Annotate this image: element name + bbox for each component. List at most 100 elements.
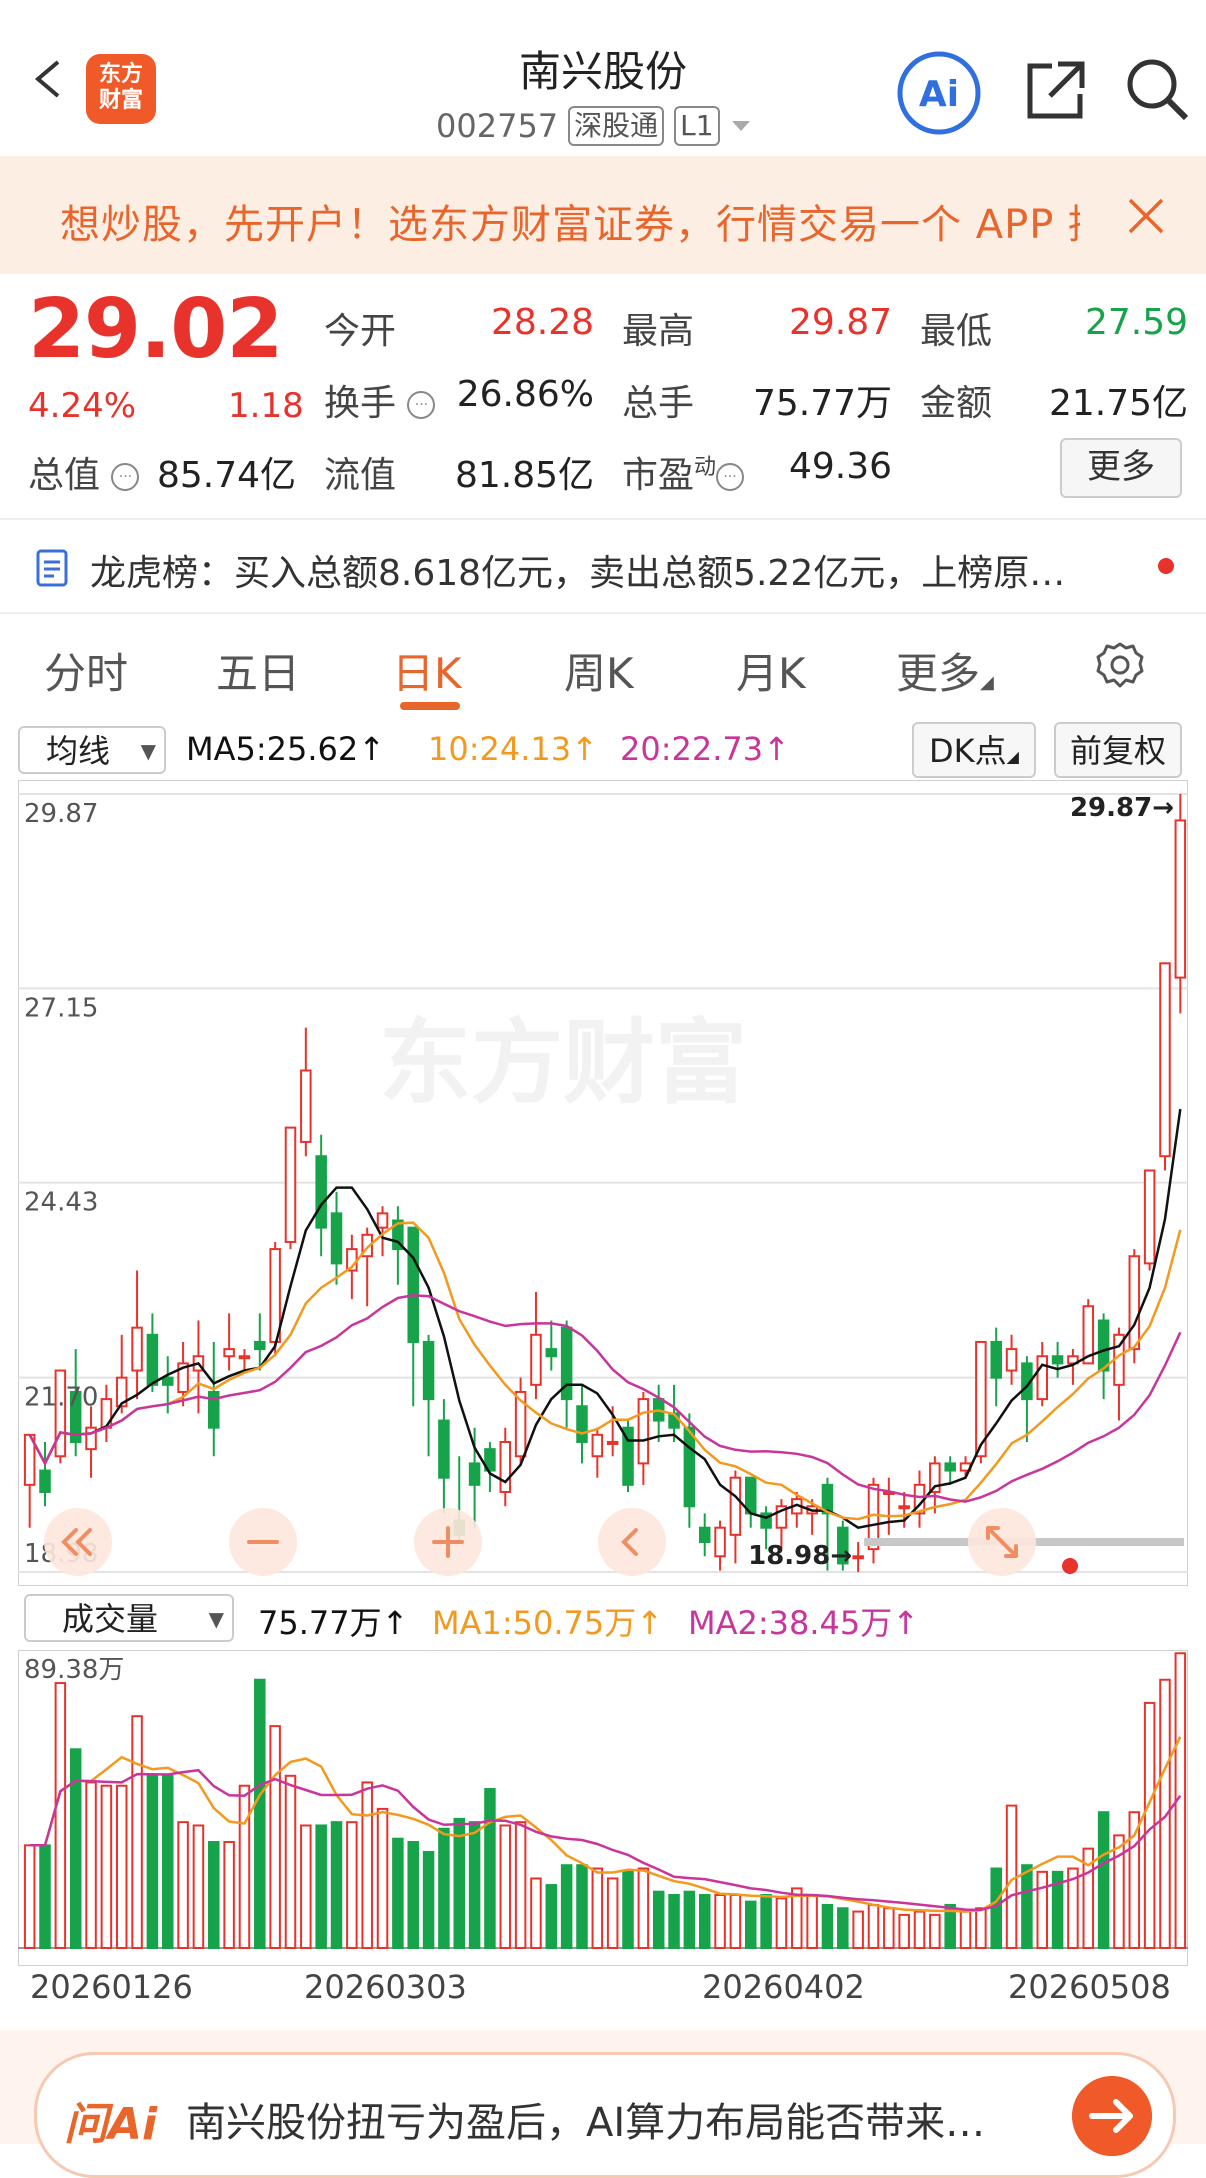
control-bg <box>598 1508 666 1576</box>
volume-current: 75.77万↑ <box>258 1604 409 1642</box>
candle <box>714 1526 726 1558</box>
adjust-mode-button[interactable]: 前复权 <box>1054 722 1182 778</box>
arrow-right-icon[interactable] <box>1072 2076 1152 2156</box>
volume-bar <box>591 1867 604 1949</box>
volume-bar <box>100 1784 113 1949</box>
candle <box>269 1248 281 1343</box>
candle <box>898 1505 910 1510</box>
dk-point-button[interactable]: DK点◢ <box>912 722 1036 778</box>
volume-bar <box>913 1910 926 1949</box>
dragon-tiger-list-summary[interactable]: 龙虎榜：买入总额8.618亿元，卖出总额5.22亿元，上榜原… <box>90 544 1065 596</box>
active-tab-indicator <box>400 702 460 710</box>
candle <box>683 1426 696 1508</box>
volume-bar <box>637 1867 650 1949</box>
promo-banner[interactable]: 想炒股，先开户！选东方财富证券，行情交易一个 APP 搞定 <box>0 156 1206 274</box>
tab-five-day[interactable]: 五日 <box>216 640 300 701</box>
zoom-out-icon[interactable] <box>229 1508 297 1576</box>
ai-question-text: 南兴股份扭亏为盈后，AI算力布局能否带来… <box>186 2100 986 2146</box>
candle <box>330 1212 343 1265</box>
pe-label: 市盈动 ··· <box>622 446 745 498</box>
candle <box>131 1326 143 1372</box>
volume-bar <box>576 1864 588 1949</box>
tab-daily-k[interactable]: 日K <box>392 640 462 701</box>
volume-bar <box>468 1821 481 1949</box>
candle <box>1097 1319 1110 1372</box>
volume-bar <box>883 1907 895 1949</box>
turnover-value: 26.86% <box>456 374 594 415</box>
fullscreen-icon[interactable] <box>968 1508 1036 1576</box>
candle <box>422 1340 435 1401</box>
scroll-left-icon[interactable] <box>598 1508 666 1576</box>
candle <box>1036 1355 1049 1401</box>
rewind-icon[interactable] <box>44 1508 112 1576</box>
volume-bar <box>975 1907 987 1949</box>
search-icon[interactable] <box>1124 56 1190 122</box>
volume-bar <box>484 1788 496 1949</box>
ma5-value: MA5:25.62↑ <box>186 730 386 768</box>
candle <box>438 1419 450 1479</box>
volume-bar <box>837 1907 849 1949</box>
volume-bar <box>560 1864 573 1949</box>
volume-chart[interactable]: 89.38万 <box>18 1650 1188 1966</box>
ai-assistant-icon[interactable]: Ai <box>896 50 982 136</box>
candle <box>637 1398 650 1465</box>
volume-bar <box>959 1910 972 1949</box>
info-icon[interactable]: ··· <box>111 463 140 491</box>
tab-weekly-k[interactable]: 周K <box>564 640 634 701</box>
tab-monthly-k[interactable]: 月K <box>736 640 806 701</box>
candle <box>146 1333 159 1386</box>
stock-code-row[interactable]: 002757 深股通 L1 <box>436 106 752 146</box>
volume-bar <box>453 1817 466 1949</box>
zoom-in-icon[interactable] <box>414 1508 482 1576</box>
volume-max-label: 89.38万 <box>24 1655 124 1685</box>
candle <box>284 1126 297 1243</box>
candle <box>468 1462 481 1486</box>
turnover-label: 换手 ··· <box>324 374 436 426</box>
volume-bar <box>284 1774 297 1949</box>
float-label: 流值 <box>324 455 397 496</box>
volume-bar <box>545 1884 558 1950</box>
tab-intraday[interactable]: 分时 <box>44 640 128 701</box>
candle <box>1005 1348 1018 1372</box>
volume-bar <box>1097 1811 1110 1949</box>
candle <box>944 1462 956 1472</box>
info-icon[interactable]: ··· <box>407 391 436 419</box>
x-axis-date: 20260303 <box>304 1968 467 2006</box>
stock-code: 002757 <box>436 107 559 145</box>
candle <box>499 1440 512 1493</box>
candle <box>1051 1355 1064 1365</box>
volume-value: 75.77万 <box>752 383 892 424</box>
market-tag: 深股通 <box>568 106 665 146</box>
mktcap-value: 85.74亿 <box>156 455 296 496</box>
volume-indicator-select[interactable]: 成交量 ▼ <box>24 1594 234 1642</box>
last-price: 29.02 <box>28 282 283 377</box>
volume-bar <box>606 1877 619 1949</box>
candle <box>376 1212 389 1229</box>
volume-bar <box>208 1841 220 1949</box>
candle <box>238 1355 251 1360</box>
volume-label: 总手 <box>622 383 695 424</box>
volume-bar <box>300 1824 312 1949</box>
gear-icon[interactable] <box>1094 640 1146 692</box>
volume-bar <box>852 1910 864 1949</box>
low-value: 27.59 <box>1084 302 1188 343</box>
volume-bar <box>223 1841 235 1949</box>
indicator-select[interactable]: 均线 ▼ <box>18 726 166 774</box>
candle <box>852 1555 864 1560</box>
unread-dot <box>1158 558 1174 574</box>
tab-more[interactable]: 更多◢ <box>896 640 994 701</box>
volume-bar <box>929 1913 941 1949</box>
divider <box>0 612 1206 614</box>
candle <box>1159 962 1171 1158</box>
caret-down-icon <box>731 121 750 131</box>
close-icon[interactable] <box>1126 196 1166 236</box>
volume-bar <box>806 1894 818 1949</box>
volume-bar <box>131 1715 143 1949</box>
candle <box>1174 819 1187 979</box>
share-icon[interactable] <box>1022 58 1088 124</box>
info-icon[interactable]: ··· <box>716 463 745 491</box>
kline-chart[interactable]: 东方财富29.8727.1524.4321.7018.9829.87→18.98… <box>18 780 1188 1586</box>
more-quote-button[interactable]: 更多 <box>1060 438 1182 498</box>
candle <box>698 1526 711 1543</box>
volume-bar <box>867 1903 880 1949</box>
